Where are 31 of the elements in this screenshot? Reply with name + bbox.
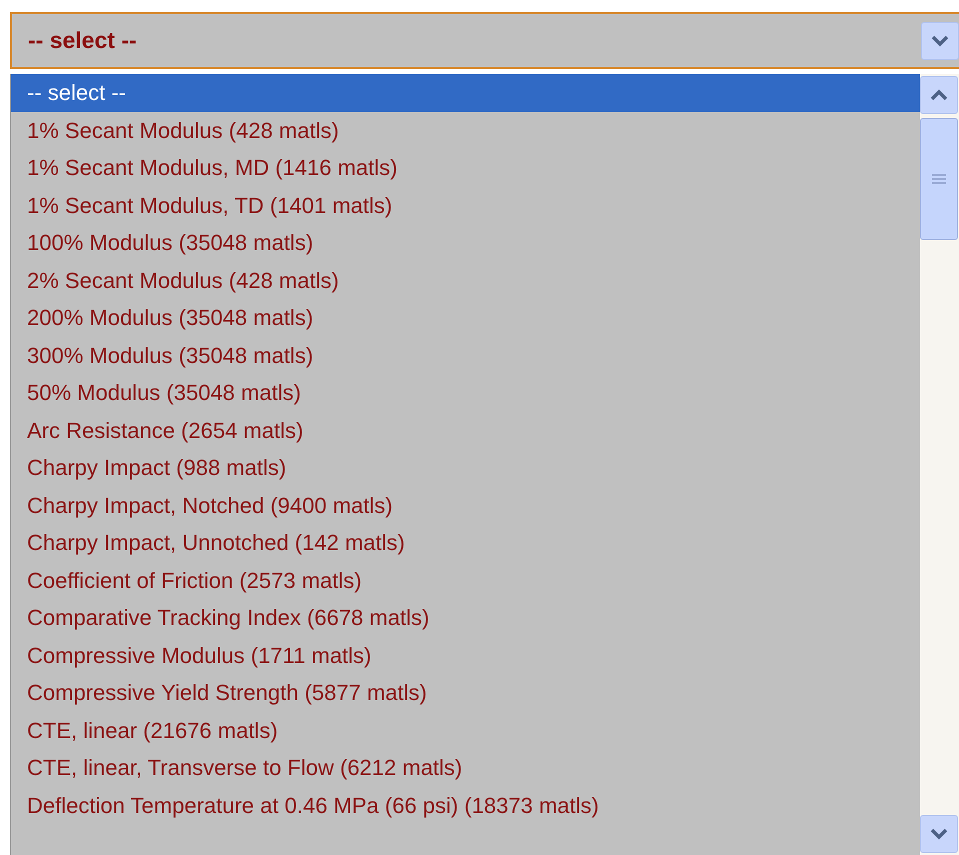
dropdown-option[interactable]: Charpy Impact, Notched (9400 matls) — [11, 486, 920, 524]
dropdown-option[interactable]: 50% Modulus (35048 matls) — [11, 374, 920, 412]
chevron-up-icon — [930, 89, 948, 101]
dropdown-option[interactable]: Compressive Modulus (1711 matls) — [11, 636, 920, 674]
select-field[interactable]: -- select -- — [10, 12, 959, 69]
dropdown-option[interactable]: -- select -- — [11, 74, 920, 112]
selected-value: -- select -- — [28, 26, 137, 56]
dropdown-option[interactable]: 1% Secant Modulus (428 matls) — [11, 112, 920, 149]
dropdown-option[interactable]: 2% Secant Modulus (428 matls) — [11, 262, 920, 299]
dropdown-option[interactable]: CTE, linear, Transverse to Flow (6212 matls) — [11, 749, 920, 786]
dropdown-option[interactable]: CTE, linear (21676 matls) — [11, 712, 920, 749]
scrollbar[interactable] — [920, 74, 959, 855]
dropdown-option[interactable]: Coefficient of Friction (2573 matls) — [11, 562, 920, 599]
dropdown-option[interactable]: Compressive Yield Strength (5877 matls) — [11, 674, 920, 712]
chevron-down-icon — [930, 828, 948, 840]
dropdown-option[interactable]: Charpy Impact, Unnotched (142 matls) — [11, 524, 920, 562]
scroll-down-button[interactable] — [920, 815, 958, 853]
dropdown-option[interactable]: Deflection Temperature at 0.46 MPa (66 psi) (18373 matls) — [11, 786, 920, 824]
dropdown-option[interactable]: Charpy Impact (988 matls) — [11, 449, 920, 486]
dropdown-option[interactable]: 1% Secant Modulus, TD (1401 matls) — [11, 186, 920, 224]
dropdown-option[interactable]: 200% Modulus (35048 matls) — [11, 299, 920, 336]
grip-icon — [932, 174, 946, 184]
scroll-thumb[interactable] — [920, 118, 958, 240]
dropdown-option[interactable]: 1% Secant Modulus, MD (1416 matls) — [11, 149, 920, 186]
dropdown-option[interactable]: 300% Modulus (35048 matls) — [11, 336, 920, 374]
dropdown-button[interactable] — [921, 22, 959, 60]
dropdown-option[interactable]: 100% Modulus (35048 matls) — [11, 224, 920, 262]
chevron-down-icon — [931, 34, 949, 46]
dropdown-option[interactable]: Arc Resistance (2654 matls) — [11, 412, 920, 449]
scroll-up-button[interactable] — [920, 76, 958, 114]
dropdown-option[interactable]: Comparative Tracking Index (6678 matls) — [11, 599, 920, 636]
